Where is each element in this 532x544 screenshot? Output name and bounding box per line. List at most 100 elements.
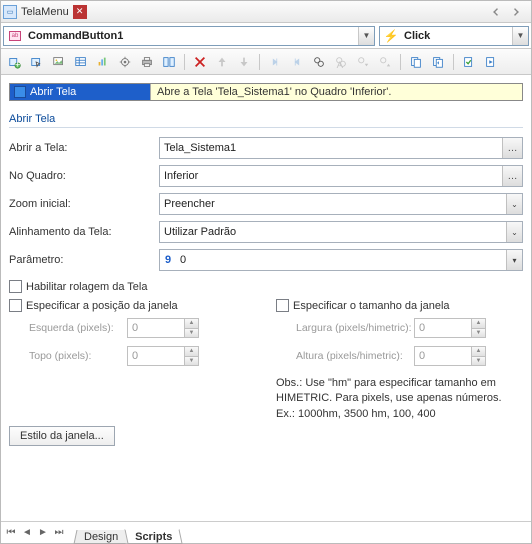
find-prev-icon [375, 52, 395, 72]
tool-pick-table[interactable] [71, 52, 91, 72]
first-icon[interactable]: ⏮ [3, 525, 19, 541]
find-icon[interactable] [309, 52, 329, 72]
tool-pick-gear[interactable] [115, 52, 135, 72]
checkbox[interactable] [276, 299, 289, 312]
spin-down-icon[interactable]: ▼ [471, 329, 485, 338]
spin-height-value: 0 [415, 347, 471, 365]
label-height: Altura (pixels/himetric): [276, 350, 414, 362]
field-zoom[interactable]: Preencher ⌄ [159, 193, 523, 215]
field-tela[interactable]: Tela_Sistema1 … [159, 137, 523, 159]
event-combo[interactable]: ⚡ Click ▼ [379, 26, 529, 46]
tool-pick-print[interactable] [137, 52, 157, 72]
validate-icon[interactable] [459, 52, 479, 72]
arrow-down-icon [234, 52, 254, 72]
arrow-up-icon [212, 52, 232, 72]
nav-prev-icon[interactable] [493, 8, 501, 16]
himetric-note: Obs.: Use "hm" para especificar tamanho … [276, 376, 523, 422]
label-tela: Abrir a Tela: [9, 142, 159, 154]
chevron-down-icon[interactable]: ▼ [358, 27, 374, 45]
field-quadro[interactable]: Inferior … [159, 165, 523, 187]
window-panel: ▭ TelaMenu ✕ ab CommandButton1 ▼ ⚡ Click… [0, 0, 532, 544]
step-row[interactable]: Abrir Tela Abre a Tela 'Tela_Sistema1' n… [9, 83, 523, 101]
label-width: Largura (pixels/himetric): [276, 322, 414, 334]
spin-up-icon[interactable]: ▲ [184, 347, 198, 357]
last-icon[interactable]: ⏭ [51, 525, 67, 541]
browse-button[interactable]: … [502, 166, 522, 186]
content-area: Abrir Tela Abre a Tela 'Tela_Sistema1' n… [1, 75, 531, 521]
paste-icon[interactable] [428, 52, 448, 72]
svg-text:A: A [337, 60, 344, 69]
check-size-label: Especificar o tamanho da janela [293, 300, 450, 312]
spin-left[interactable]: 0 ▲▼ [127, 318, 199, 338]
value-param: 0 [176, 254, 506, 266]
field-param[interactable]: 9 0 ▾ [159, 249, 523, 271]
spin-height[interactable]: 0 ▲▼ [414, 346, 486, 366]
value-align: Utilizar Padrão [160, 226, 506, 238]
tab-title: TelaMenu [21, 6, 69, 18]
spin-up-icon[interactable]: ▲ [471, 319, 485, 329]
next-icon[interactable]: ► [35, 525, 51, 541]
label-top: Topo (pixels): [9, 350, 127, 362]
field-align[interactable]: Utilizar Padrão ⌄ [159, 221, 523, 243]
spin-top[interactable]: 0 ▲▼ [127, 346, 199, 366]
chevron-down-icon[interactable]: ▾ [506, 250, 522, 270]
close-icon[interactable]: ✕ [73, 5, 87, 19]
tool-pick-split[interactable] [159, 52, 179, 72]
step-name: Abrir Tela [30, 86, 76, 98]
tool-pick-chart[interactable] [93, 52, 113, 72]
label-quadro: No Quadro: [9, 170, 159, 182]
check-pos-label: Especificar a posição da janela [26, 300, 178, 312]
spin-down-icon[interactable]: ▼ [184, 357, 198, 366]
check-scroll[interactable]: Habilitar rolagem da Tela [9, 280, 523, 293]
indent-right-icon [287, 52, 307, 72]
value-tela: Tela_Sistema1 [160, 142, 502, 154]
lightning-icon: ⚡ [384, 29, 399, 43]
window-icon: ▭ [3, 5, 17, 19]
footer: ⏮ ◄ ► ⏭ Design Scripts [1, 521, 531, 543]
checkbox[interactable] [9, 280, 22, 293]
nav-next-icon[interactable] [511, 8, 519, 16]
run-icon[interactable] [481, 52, 501, 72]
label-param: Parâmetro: [9, 254, 159, 266]
spin-down-icon[interactable]: ▼ [184, 329, 198, 338]
value-quadro: Inferior [160, 170, 502, 182]
event-combo-text: Click [402, 30, 512, 42]
object-combo[interactable]: ab CommandButton1 ▼ [3, 26, 375, 46]
step-desc: Abre a Tela 'Tela_Sistema1' no Quadro 'I… [150, 84, 522, 100]
tab-scripts[interactable]: Scripts [125, 529, 183, 544]
tool-pick-img[interactable] [49, 52, 69, 72]
spin-top-value: 0 [128, 347, 184, 365]
spin-left-value: 0 [128, 319, 184, 337]
label-zoom: Zoom inicial: [9, 198, 159, 210]
spin-up-icon[interactable]: ▲ [184, 319, 198, 329]
window-style-button[interactable]: Estilo da janela... [9, 426, 115, 446]
value-zoom: Preencher [160, 198, 506, 210]
label-align: Alinhamento da Tela: [9, 226, 159, 238]
browse-button[interactable]: … [502, 138, 522, 158]
tool-pick-browse[interactable] [27, 52, 47, 72]
object-icon: ab [9, 31, 21, 41]
chevron-down-icon[interactable]: ⌄ [506, 222, 522, 242]
spin-up-icon[interactable]: ▲ [471, 347, 485, 357]
chevron-down-icon[interactable]: ▼ [512, 27, 528, 45]
checkbox[interactable] [9, 299, 22, 312]
label-left: Esquerda (pixels): [9, 322, 127, 334]
step-header: Abrir Tela [10, 84, 150, 100]
tab-header: ▭ TelaMenu ✕ [1, 1, 531, 23]
spin-width[interactable]: 0 ▲▼ [414, 318, 486, 338]
check-pos[interactable]: Especificar a posição da janela [9, 299, 256, 312]
copy-icon[interactable] [406, 52, 426, 72]
tool-add-pick[interactable]: + [5, 52, 25, 72]
check-scroll-label: Habilitar rolagem da Tela [26, 281, 147, 293]
spin-width-value: 0 [415, 319, 471, 337]
replace-icon: A [331, 52, 351, 72]
spin-down-icon[interactable]: ▼ [471, 357, 485, 366]
delete-icon[interactable] [190, 52, 210, 72]
toolbar: + A [1, 49, 531, 75]
prev-icon[interactable]: ◄ [19, 525, 35, 541]
check-size[interactable]: Especificar o tamanho da janela [276, 299, 523, 312]
group-title: Abrir Tela [9, 109, 523, 128]
chevron-down-icon[interactable]: ⌄ [506, 194, 522, 214]
tab-design[interactable]: Design [74, 530, 129, 544]
step-icon [14, 86, 26, 98]
